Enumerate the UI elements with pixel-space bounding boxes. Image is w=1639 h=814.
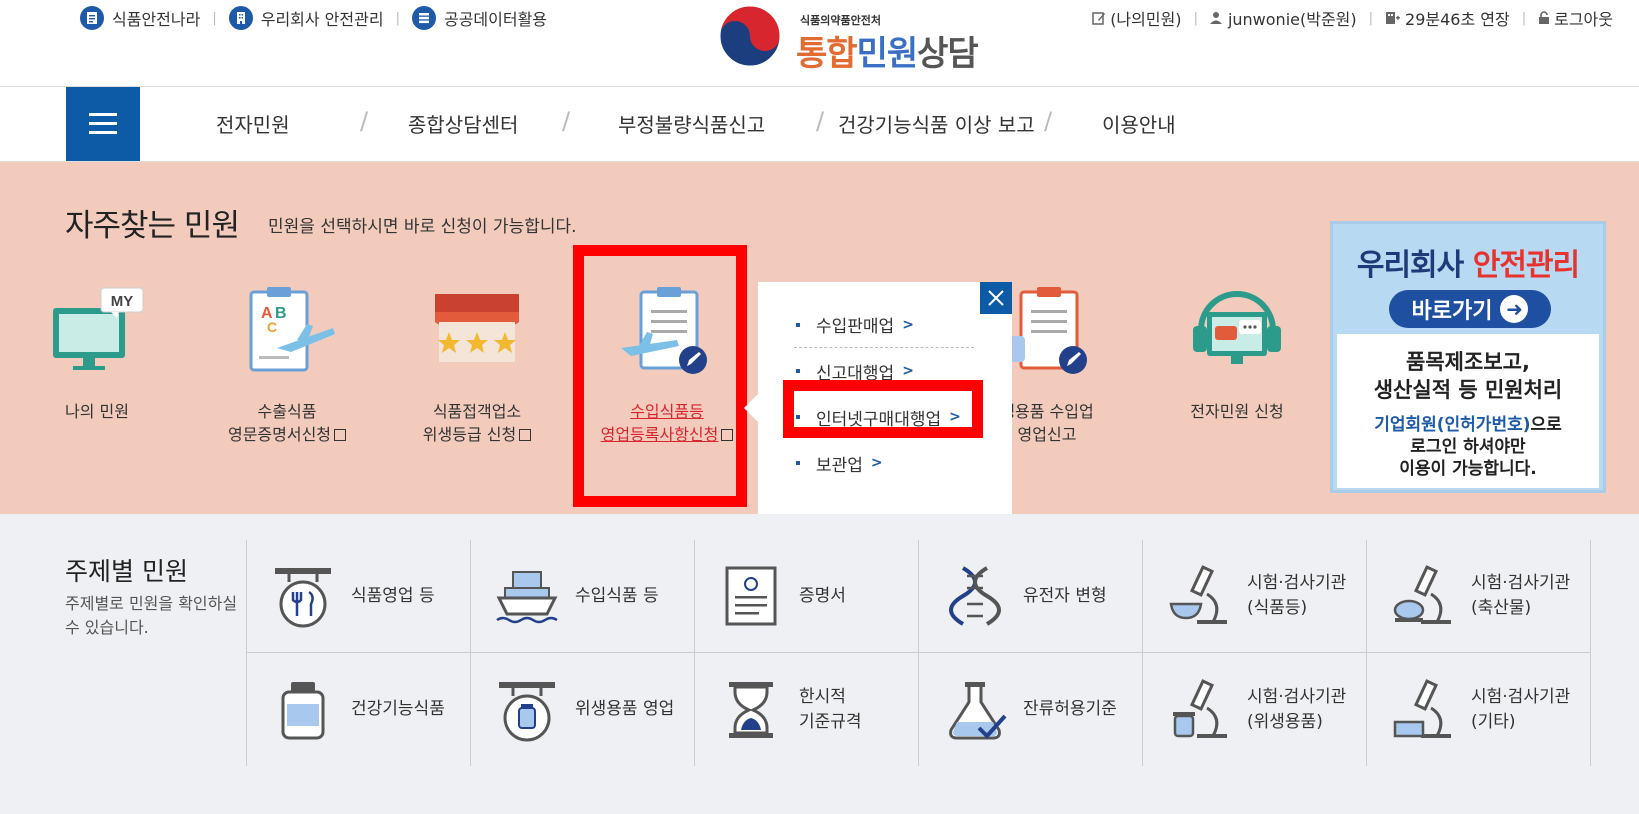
theme-temporary-standard[interactable]: 한시적 기준규격 bbox=[695, 653, 919, 766]
svg-text:MY: MY bbox=[111, 293, 134, 310]
nav-consulting-center[interactable]: 종합상담센터 bbox=[408, 109, 518, 138]
freq-item-hygiene-grade[interactable]: 식품접객업소 위생등급 신청 bbox=[392, 282, 562, 446]
theme-hygiene-business[interactable]: 위생용품 영업 bbox=[471, 653, 695, 766]
main-navigation: 전자민원 / 종합상담센터 / 부정불량식품신고 / 건강기능식품 이상 보고 … bbox=[0, 87, 1639, 162]
export-clipboard-icon: A B C bbox=[249, 287, 335, 372]
external-link-icon bbox=[334, 429, 347, 441]
theme-lab-food[interactable]: 시험·검사기관 (식품등) bbox=[1143, 540, 1367, 653]
brand-name: 통합민원상담 bbox=[796, 34, 979, 74]
microscope-tray-icon bbox=[1393, 678, 1451, 738]
section-subtitle: 민원을 선택하시면 바로 신청이 가능합니다. bbox=[268, 217, 577, 237]
highlight-box-internet-purchase bbox=[783, 380, 983, 438]
nav-guide[interactable]: 이용안내 bbox=[1102, 109, 1176, 138]
submenu-item-import-sales[interactable]: 수입판매업 > bbox=[794, 302, 974, 348]
hygiene-clipboard-icon bbox=[1003, 287, 1087, 374]
microscope-chicken-icon bbox=[1393, 565, 1451, 624]
session-extend-link[interactable]: 29분46초 연장 bbox=[1385, 6, 1510, 30]
flask-check-icon bbox=[949, 681, 1007, 739]
theme-lab-livestock[interactable]: 시험·검사기관 (축산물) bbox=[1367, 540, 1591, 653]
hourglass-icon bbox=[729, 681, 773, 738]
freq-item-label: 나의 민원 bbox=[65, 402, 129, 421]
cargo-ship-icon bbox=[496, 571, 558, 624]
theme-certificate[interactable]: 증명서 bbox=[695, 540, 919, 653]
banner-description: 품목제조보고, 생산실적 등 민원처리 기업회원(인허가번호)으로 로그인 하셔야… bbox=[1337, 334, 1599, 488]
logout-label: 로그아웃 bbox=[1554, 10, 1613, 29]
freq-item-my-complaints[interactable]: MY 나의 민원 bbox=[12, 282, 182, 423]
user-name: junwonie(박준원) bbox=[1227, 10, 1357, 29]
theme-lab-other[interactable]: 시험·검사기관 (기타) bbox=[1367, 653, 1591, 766]
theme-complaints-section: 주제별 민원 주제별로 민원을 확인하실 수 있습니다. 식품영업 등 수입식품… bbox=[0, 514, 1639, 814]
building-icon bbox=[228, 6, 253, 30]
theme-gmo[interactable]: 유전자 변형 bbox=[919, 540, 1143, 653]
company-safety-banner[interactable]: 우리회사 안전관리 바로가기 ➜ 품목제조보고, 생산실적 등 민원처리 기업회원… bbox=[1330, 221, 1606, 493]
nav-health-food-report[interactable]: 건강기능식품 이상 보고 bbox=[838, 109, 1035, 138]
timer-icon bbox=[1386, 12, 1401, 24]
close-icon bbox=[988, 290, 1004, 306]
svg-text:C: C bbox=[267, 319, 277, 335]
banner-title: 우리회사 안전관리 bbox=[1356, 248, 1580, 283]
section-subtitle: 주제별로 민원을 확인하실 수 있습니다. bbox=[65, 594, 238, 637]
taegeuk-emblem-icon bbox=[719, 5, 781, 67]
chevron-right-icon: > bbox=[902, 316, 914, 333]
utility-links-right: (나의민원) | junwonie(박준원) | 29분46초 연장 | 로그아… bbox=[1092, 6, 1613, 30]
util-link-label: 공공데이터활용 bbox=[443, 10, 548, 29]
document-icon bbox=[80, 6, 104, 30]
site-logo[interactable]: 식품의약품안전처 통합민원상담 bbox=[716, 0, 986, 76]
user-info: junwonie(박준원) bbox=[1209, 6, 1357, 30]
chevron-right-icon: > bbox=[870, 455, 883, 471]
dna-icon bbox=[949, 566, 1001, 626]
hygiene-sign-icon bbox=[499, 681, 555, 741]
food-sign-icon bbox=[275, 568, 331, 628]
restaurant-stars-icon bbox=[435, 294, 519, 362]
session-timer: 29분46초 연장 bbox=[1405, 10, 1510, 29]
lock-icon bbox=[1539, 11, 1550, 24]
util-link-company-safety[interactable]: 우리회사 안전관리 bbox=[228, 6, 384, 30]
supplement-bottle-icon bbox=[281, 681, 325, 739]
freq-item-export-certificate[interactable]: A B C 수출식품 영문증명서신청 bbox=[202, 282, 372, 446]
top-bar: 식품안전나라 | 우리회사 안전관리 | 공공데이터활용 식품의약품안전처 통합… bbox=[0, 0, 1639, 87]
microscope-bowl-icon bbox=[1169, 565, 1227, 624]
freq-item-e-complaint[interactable]: 전자민원 신청 bbox=[1152, 282, 1322, 423]
nav-bad-food-report[interactable]: 부정불량식품신고 bbox=[618, 109, 765, 138]
database-icon bbox=[411, 6, 436, 30]
external-link-icon bbox=[519, 429, 532, 441]
chevron-right-icon: > bbox=[902, 363, 914, 379]
all-menu-button[interactable] bbox=[66, 87, 140, 161]
certificate-icon bbox=[725, 566, 777, 626]
theme-health-food[interactable]: 건강기능식품 bbox=[247, 653, 471, 766]
highlight-box-import bbox=[573, 245, 747, 507]
section-title: 자주찾는 민원 bbox=[65, 208, 240, 244]
util-link-public-data[interactable]: 공공데이터활용 bbox=[411, 6, 548, 30]
user-icon bbox=[1209, 12, 1222, 24]
my-complaints-label: (나의민원) bbox=[1110, 10, 1182, 29]
submenu-close-button[interactable] bbox=[980, 282, 1012, 314]
util-link-food-safety[interactable]: 식품안전나라 bbox=[80, 6, 200, 30]
my-complaints-link[interactable]: (나의민원) bbox=[1092, 6, 1182, 30]
theme-imported-food[interactable]: 수입식품 등 bbox=[471, 540, 695, 653]
microscope-cup-icon bbox=[1173, 678, 1227, 738]
theme-residue-limit[interactable]: 잔류허용기준 bbox=[919, 653, 1143, 766]
util-link-label: 우리회사 안전관리 bbox=[260, 10, 384, 29]
utility-links-left: 식품안전나라 | 우리회사 안전관리 | 공공데이터활용 bbox=[80, 6, 547, 30]
theme-grid: 식품영업 등 수입식품 등 증명서 유전자 변형 시험·검사기관 (식품등) 시험… bbox=[246, 540, 1591, 766]
theme-food-business[interactable]: 식품영업 등 bbox=[247, 540, 471, 653]
section-title: 주제별 민원 bbox=[65, 557, 188, 586]
freq-item-label: 전자민원 신청 bbox=[1190, 402, 1284, 421]
submenu-item-storage[interactable]: 보관업 > bbox=[794, 440, 974, 486]
theme-lab-hygiene[interactable]: 시험·검사기관 (위생용품) bbox=[1143, 653, 1367, 766]
arrow-right-icon: ➜ bbox=[1500, 295, 1529, 323]
nav-e-complaint[interactable]: 전자민원 bbox=[216, 109, 290, 138]
banner-go-button[interactable]: 바로가기 ➜ bbox=[1389, 290, 1551, 328]
logout-link[interactable]: 로그아웃 bbox=[1538, 6, 1613, 30]
edit-icon bbox=[1092, 12, 1106, 25]
headset-monitor-icon bbox=[1193, 291, 1281, 364]
hamburger-icon bbox=[89, 113, 117, 134]
util-link-label: 식품안전나라 bbox=[112, 10, 201, 29]
my-monitor-icon: MY bbox=[53, 287, 144, 370]
